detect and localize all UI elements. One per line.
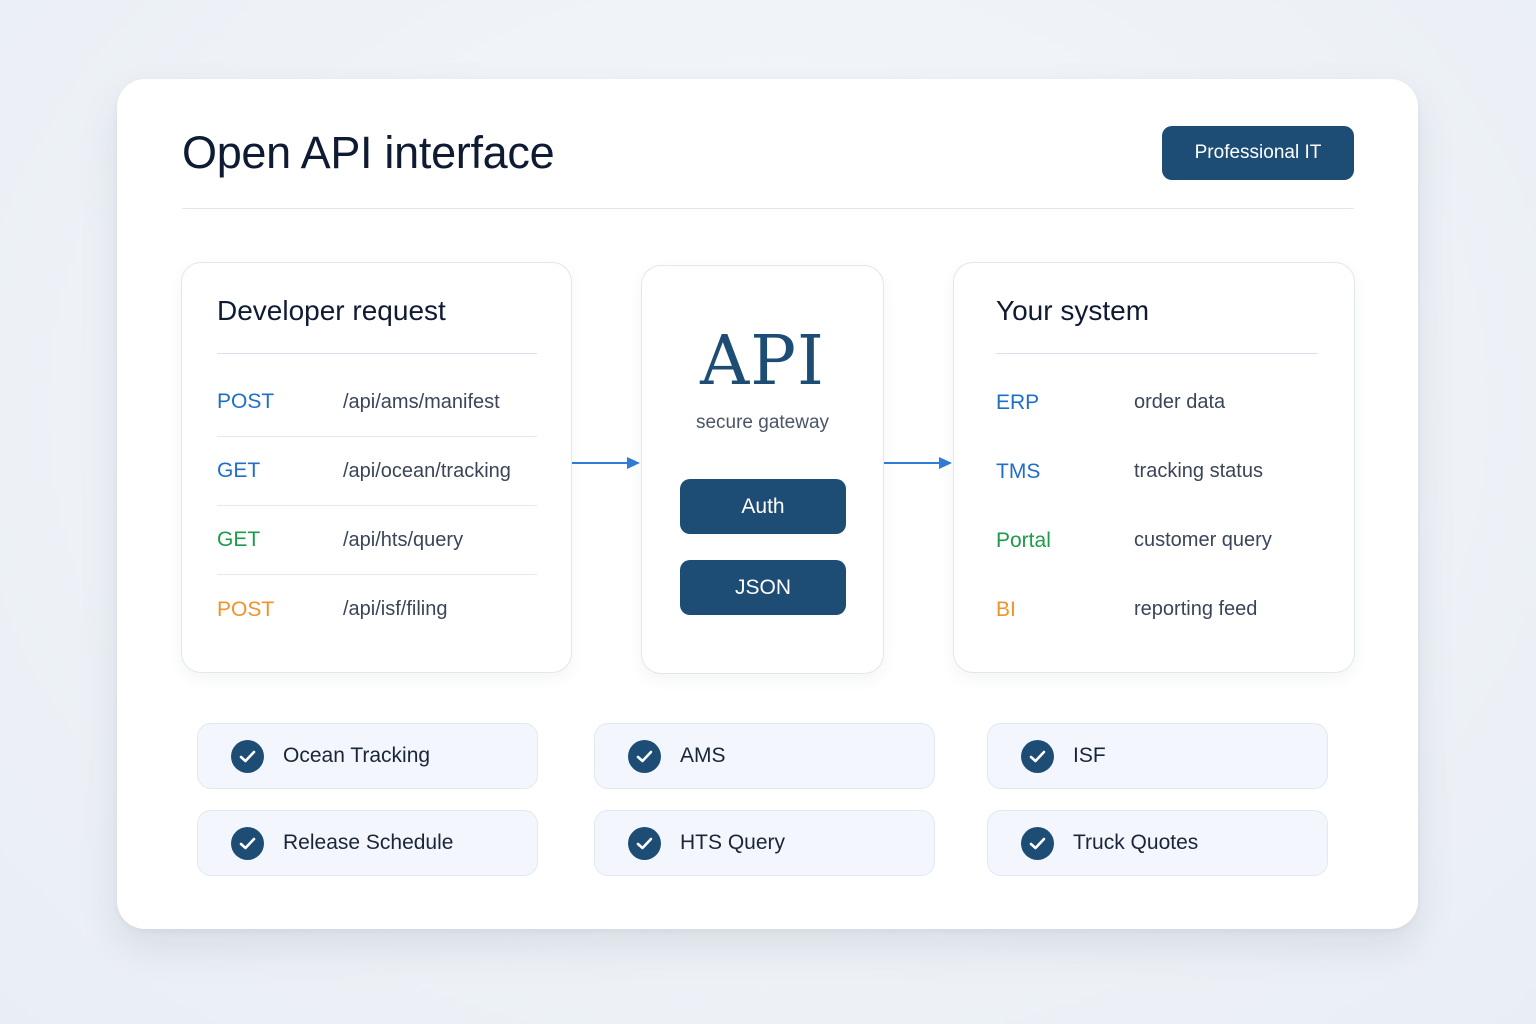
feature-chip-ocean-tracking: Ocean Tracking	[197, 723, 538, 789]
feature-label: Release Schedule	[283, 831, 454, 854]
endpoint-row: POST /api/isf/filing	[217, 575, 537, 644]
check-circle-icon	[231, 826, 264, 860]
endpoint-path: /api/hts/query	[343, 528, 464, 551]
professional-it-badge[interactable]: Professional IT	[1162, 126, 1354, 180]
system-name: ERP	[996, 390, 1040, 414]
endpoint-row: GET /api/hts/query	[217, 506, 537, 575]
system-desc: tracking status	[1134, 460, 1263, 482]
check-circle-icon	[1021, 739, 1054, 773]
panel-divider	[217, 353, 537, 354]
gateway-subtitle: secure gateway	[695, 412, 830, 433]
endpoint-row: POST /api/ams/manifest	[217, 368, 537, 437]
title-divider	[182, 208, 1354, 209]
endpoint-path: /api/isf/filing	[343, 598, 448, 620]
feature-chip-hts-query: HTS Query	[594, 810, 935, 876]
feature-chip-truck-quotes: Truck Quotes	[987, 810, 1328, 876]
check-circle-icon	[628, 739, 661, 773]
check-circle-icon	[231, 739, 264, 773]
feature-chip-release-schedule: Release Schedule	[197, 810, 538, 876]
http-method: GET	[217, 528, 261, 551]
feature-label: HTS Query	[680, 831, 786, 854]
main-card: Open API interface Professional IT Devel…	[117, 79, 1418, 929]
developer-request-panel: Developer request POST /api/ams/manifest…	[181, 262, 572, 673]
system-desc: order data	[1134, 391, 1226, 413]
system-name: TMS	[996, 459, 1041, 483]
arrow-right-icon	[884, 457, 952, 469]
system-desc: customer query	[1134, 529, 1272, 551]
feature-label: AMS	[680, 744, 726, 767]
endpoint-path: /api/ams/manifest	[343, 390, 500, 413]
your-system-title: Your system	[996, 295, 1150, 326]
panel-divider	[996, 353, 1318, 354]
http-method: GET	[217, 459, 261, 482]
check-circle-icon	[1021, 826, 1054, 860]
endpoint-list: POST /api/ams/manifest GET /api/ocean/tr…	[217, 368, 537, 644]
http-method: POST	[217, 390, 275, 413]
http-method: POST	[217, 597, 275, 621]
feature-label: Ocean Tracking	[283, 744, 431, 767]
system-desc: reporting feed	[1134, 598, 1258, 620]
system-row: TMS tracking status	[996, 437, 1318, 506]
system-row: Portal customer query	[996, 506, 1318, 575]
feature-label: ISF	[1073, 744, 1106, 767]
system-row: BI reporting feed	[996, 575, 1318, 644]
system-name: BI	[996, 597, 1016, 621]
endpoint-path: /api/ocean/tracking	[343, 459, 511, 482]
system-name: Portal	[996, 528, 1051, 552]
feature-label: Truck Quotes	[1073, 831, 1199, 854]
endpoint-row: GET /api/ocean/tracking	[217, 437, 537, 506]
system-row: ERP order data	[996, 368, 1318, 437]
developer-request-title: Developer request	[217, 295, 446, 326]
system-list: ERP order data TMS tracking status Porta…	[996, 368, 1318, 644]
your-system-panel: Your system ERP order data TMS tracking …	[953, 262, 1355, 673]
arrow-right-icon	[572, 457, 640, 469]
page-title: Open API interface	[182, 127, 555, 178]
check-circle-icon	[628, 826, 661, 860]
api-gateway-panel: API secure gateway Auth JSON	[641, 265, 884, 674]
auth-button[interactable]: Auth	[680, 479, 846, 534]
json-button[interactable]: JSON	[680, 560, 846, 615]
feature-chip-ams: AMS	[594, 723, 935, 789]
api-heading: API	[700, 322, 825, 401]
feature-chip-isf: ISF	[987, 723, 1328, 789]
